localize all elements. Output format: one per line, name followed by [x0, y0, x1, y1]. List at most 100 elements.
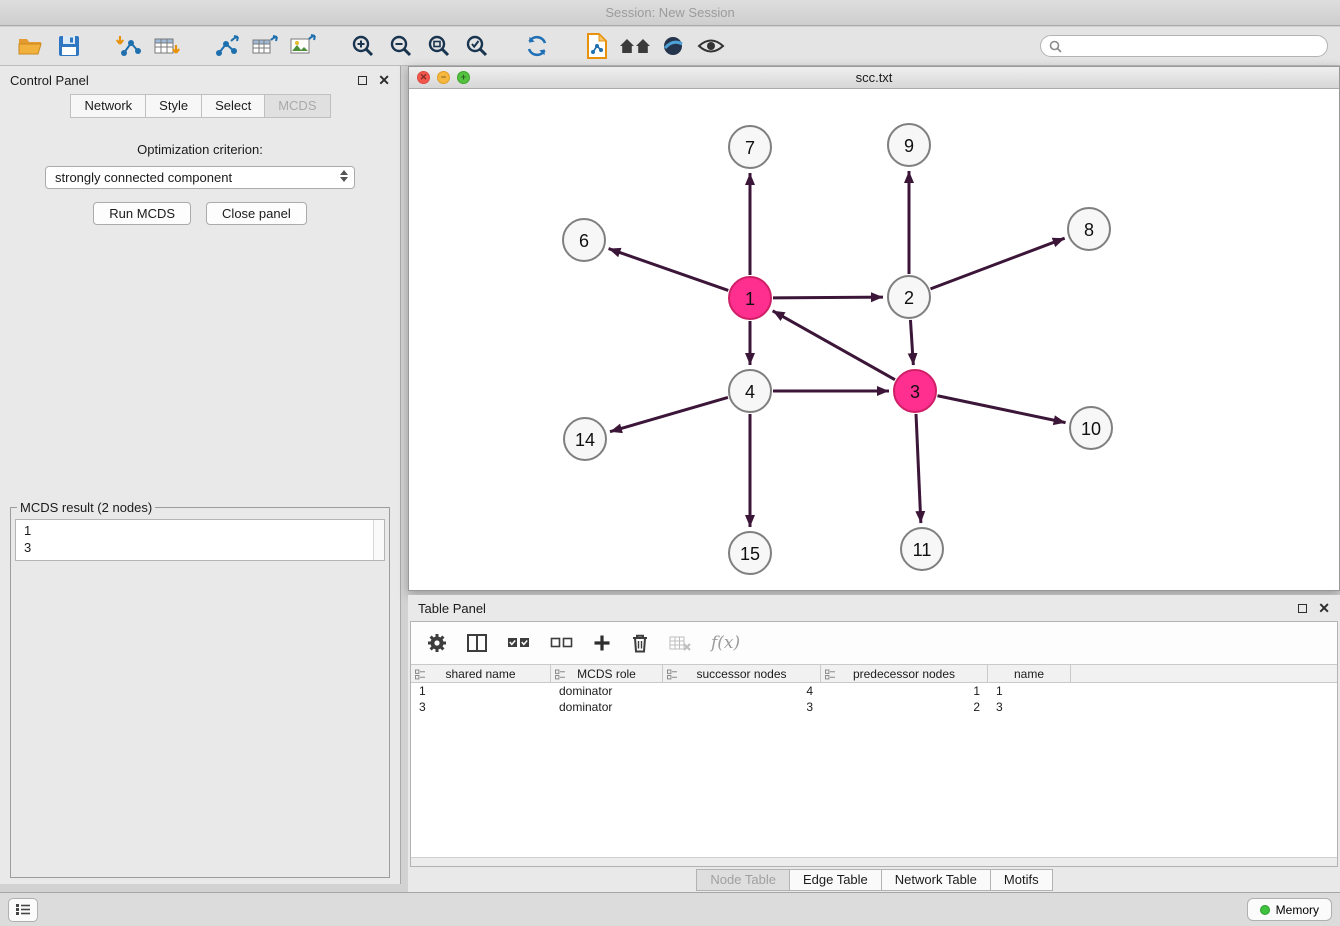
workspace: Control Panel ✕ Network Style Select MCD…: [0, 66, 1340, 892]
graph-node-14[interactable]: 14: [564, 418, 606, 460]
graph-node-label: 4: [745, 382, 755, 402]
result-scrollbar[interactable]: [373, 520, 384, 560]
graph-edge-3-1[interactable]: [773, 311, 895, 380]
plus-icon: [593, 634, 611, 652]
refresh-view-button[interactable]: [518, 30, 556, 62]
zoom-out-icon: [389, 34, 413, 58]
graph-node-11[interactable]: 11: [901, 528, 943, 570]
graph-node-7[interactable]: 7: [729, 126, 771, 168]
style-palette-button[interactable]: [654, 30, 692, 62]
run-mcds-button[interactable]: Run MCDS: [93, 202, 191, 225]
graph-edge-2-8[interactable]: [931, 238, 1065, 289]
cell-mcds-role[interactable]: dominator: [551, 683, 663, 699]
control-panel-header: Control Panel ✕: [0, 66, 400, 94]
cell-name[interactable]: 3: [988, 699, 1071, 715]
unselect-all-columns-button[interactable]: [550, 635, 573, 651]
export-table-button[interactable]: [246, 30, 284, 62]
toolbar-search[interactable]: [1040, 35, 1328, 57]
minimize-window-icon[interactable]: −: [437, 71, 450, 84]
graph-edge-2-3[interactable]: [910, 320, 913, 365]
cell-shared-name[interactable]: 1: [411, 683, 551, 699]
tab-select[interactable]: Select: [201, 94, 265, 118]
graph-edge-3-11[interactable]: [916, 414, 921, 523]
cell-mcds-role[interactable]: dominator: [551, 699, 663, 715]
import-network-button[interactable]: [110, 30, 148, 62]
unselect-all-icon: [550, 635, 573, 651]
column-header-mcds-role[interactable]: MCDS role: [551, 665, 663, 682]
column-header-name[interactable]: name: [988, 665, 1071, 682]
open-session-button[interactable]: [12, 30, 50, 62]
zoom-fit-button[interactable]: [420, 30, 458, 62]
save-session-button[interactable]: [50, 30, 88, 62]
close-panel-icon[interactable]: ✕: [378, 73, 390, 87]
graph-node-9[interactable]: 9: [888, 124, 930, 166]
delete-column-button[interactable]: [631, 633, 649, 653]
ndex-home-button[interactable]: [616, 30, 654, 62]
graph-node-4[interactable]: 4: [729, 370, 771, 412]
cell-predecessor-nodes[interactable]: 1: [821, 683, 988, 699]
tab-network-table[interactable]: Network Table: [881, 869, 991, 891]
folder-open-icon: [18, 35, 44, 57]
show-columns-button[interactable]: [467, 634, 487, 652]
float-table-panel-icon[interactable]: [1298, 604, 1307, 613]
cell-shared-name[interactable]: 3: [411, 699, 551, 715]
graph-node-15[interactable]: 15: [729, 532, 771, 574]
close-panel-button[interactable]: Close panel: [206, 202, 307, 225]
tab-network[interactable]: Network: [70, 94, 146, 118]
zoom-in-button[interactable]: [344, 30, 382, 62]
zoom-selected-button[interactable]: [458, 30, 496, 62]
cell-predecessor-nodes[interactable]: 2: [821, 699, 988, 715]
network-canvas[interactable]: 7 9 6 8 1 2 4 3 14 10 15 11: [409, 89, 1339, 590]
close-window-icon[interactable]: ✕: [417, 71, 430, 84]
cell-successor-nodes[interactable]: 4: [663, 683, 821, 699]
sort-icon: [555, 669, 566, 680]
delete-table-button-disabled: [669, 635, 691, 651]
export-web-page-button[interactable]: [578, 30, 616, 62]
floppy-disk-icon: [58, 35, 80, 57]
graph-edge-1-2[interactable]: [773, 297, 883, 298]
graph-node-6[interactable]: 6: [563, 219, 605, 261]
cell-successor-nodes[interactable]: 3: [663, 699, 821, 715]
graph-node-8[interactable]: 8: [1068, 208, 1110, 250]
select-all-columns-button[interactable]: [507, 635, 530, 651]
graph-node-3[interactable]: 3: [894, 370, 936, 412]
tab-edge-table[interactable]: Edge Table: [789, 869, 882, 891]
column-header-predecessor-nodes[interactable]: predecessor nodes: [821, 665, 988, 682]
table-settings-button[interactable]: [427, 633, 447, 653]
tab-mcds[interactable]: MCDS: [264, 94, 330, 118]
column-header-shared-name[interactable]: shared name: [411, 665, 551, 682]
graph-node-2[interactable]: 2: [888, 276, 930, 318]
search-input[interactable]: [1067, 39, 1319, 54]
table-panel-content: f(x) shared name MCDS role successor nod…: [410, 621, 1338, 867]
criterion-select[interactable]: strongly connected component: [45, 166, 355, 189]
tab-node-table[interactable]: Node Table: [696, 869, 790, 891]
graph-node-label: 3: [910, 382, 920, 402]
zoom-selected-icon: [465, 34, 489, 58]
show-panels-button[interactable]: [8, 898, 38, 922]
tab-motifs[interactable]: Motifs: [990, 869, 1053, 891]
close-table-panel-icon[interactable]: ✕: [1318, 601, 1330, 615]
show-hide-button[interactable]: [692, 30, 730, 62]
maximize-window-icon[interactable]: +: [457, 71, 470, 84]
tab-style[interactable]: Style: [145, 94, 202, 118]
zoom-out-button[interactable]: [382, 30, 420, 62]
graph-edge-1-6[interactable]: [609, 249, 729, 291]
network-graph[interactable]: 7 9 6 8 1 2 4 3 14 10 15 11: [409, 89, 1339, 590]
graph-edge-4-14[interactable]: [610, 397, 728, 431]
cell-name[interactable]: 1: [988, 683, 1071, 699]
float-panel-icon[interactable]: [358, 76, 367, 85]
main-toolbar: [0, 27, 1340, 66]
export-image-button[interactable]: [284, 30, 322, 62]
memory-button[interactable]: Memory: [1247, 898, 1332, 921]
graph-edge-3-10[interactable]: [938, 396, 1066, 423]
graph-node-label: 11: [913, 540, 932, 560]
graph-node-1[interactable]: 1: [729, 277, 771, 319]
table-hscrollbar[interactable]: [411, 857, 1337, 866]
graph-node-label: 15: [740, 544, 760, 564]
graph-node-10[interactable]: 10: [1070, 407, 1112, 449]
import-table-button[interactable]: [148, 30, 186, 62]
export-network-button[interactable]: [208, 30, 246, 62]
column-header-successor-nodes[interactable]: successor nodes: [663, 665, 821, 682]
create-column-button[interactable]: [593, 634, 611, 652]
export-web-page-icon: [585, 33, 609, 59]
